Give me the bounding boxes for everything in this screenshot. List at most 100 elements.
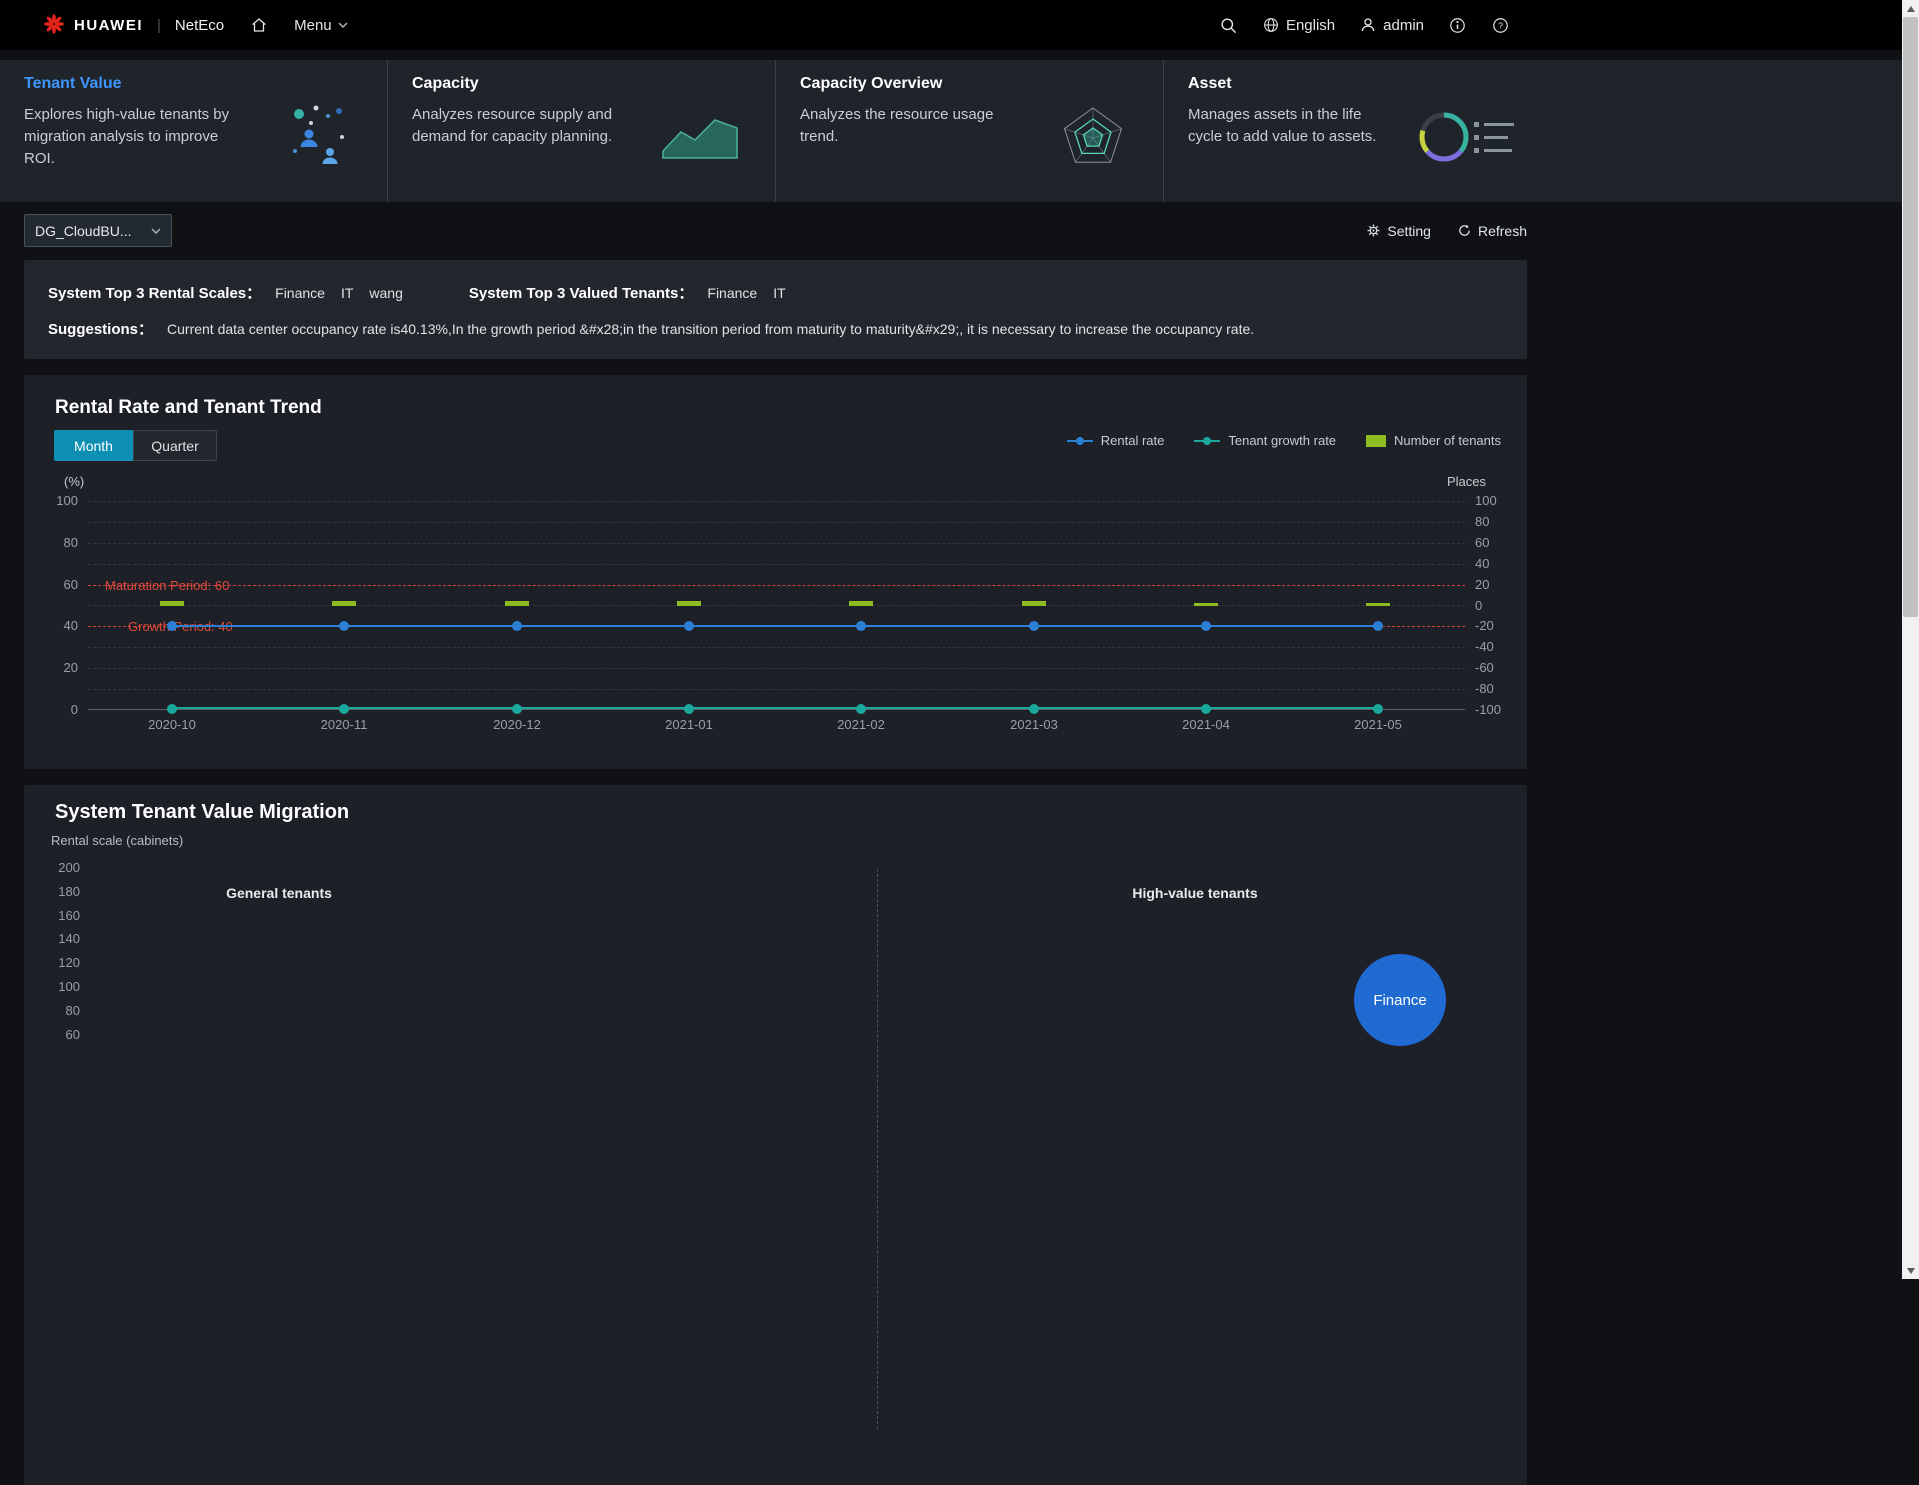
panel-title: Rental Rate and Tenant Trend [55,397,322,419]
legend-label: Tenant growth rate [1228,433,1336,448]
language-selector[interactable]: English [1262,16,1335,34]
growth-rate-point [1029,704,1039,714]
tenants-bar [160,601,184,606]
x-axis-label: 2020-10 [127,717,217,732]
growth-rate-point [1373,704,1383,714]
axis-tick: 40 [1475,556,1489,571]
growth-rate-point [856,704,866,714]
setting-button[interactable]: Setting [1366,223,1431,239]
card-description: Analyzes the resource usage trend. [800,104,1006,148]
rental-rate-point [856,621,866,631]
tenants-bar [1194,603,1218,606]
legend-label: Number of tenants [1394,433,1501,448]
rental-rate-point [167,621,177,631]
scroll-up-arrow[interactable] [1902,0,1919,17]
tenant-migration-icon [283,101,355,176]
legend-number-of-tenants[interactable]: Number of tenants [1366,433,1501,448]
chart-legend: Rental rate Tenant growth rate Number of… [1067,433,1501,448]
menu-button[interactable]: Menu [294,17,348,34]
trend-plot-area: Maturation Period: 60 Growth Period: 40 … [88,501,1465,710]
tenant-bubble-finance[interactable]: Finance [1354,954,1446,1046]
rental-rate-point [339,621,349,631]
tenant-migration-panel: System Tenant Value Migration Rental sca… [24,785,1527,1485]
feature-card-capacity[interactable]: Capacity Analyzes resource supply and de… [388,60,776,202]
tenants-bar [505,601,529,606]
period-toggle: Month Quarter [54,430,217,461]
axis-tick: 160 [46,908,80,923]
info-icon [1448,16,1467,35]
toggle-quarter-button[interactable]: Quarter [133,430,217,461]
scrollbar-thumb[interactable] [1903,17,1918,617]
card-title: Tenant Value [24,75,230,93]
growth-rate-point [684,704,694,714]
rental-rate-point [512,621,522,631]
about-button[interactable] [1448,16,1467,35]
tenant-growth-line [172,707,1378,709]
username-label: admin [1383,17,1424,34]
home-button[interactable] [250,16,268,34]
suggestions-label: Suggestions： [48,318,153,339]
radar-chart-icon [1055,102,1131,175]
feature-card-tenant-value[interactable]: Tenant Value Explores high-value tenants… [0,60,388,202]
help-button[interactable]: ? [1491,16,1510,35]
legend-rental-rate[interactable]: Rental rate [1067,433,1165,448]
language-label: English [1286,17,1335,34]
x-axis-label: 2021-03 [989,717,1079,732]
huawei-logo-icon [42,12,66,39]
search-button[interactable] [1219,16,1238,35]
globe-icon [1262,16,1280,34]
card-description: Explores high-value tenants by migration… [24,104,230,170]
axis-tick: 100 [56,493,78,508]
rental-rate-point [1201,621,1211,631]
axis-tick: 100 [46,979,80,994]
tenants-bar [332,601,356,606]
refresh-button[interactable]: Refresh [1457,223,1527,239]
axis-tick: 180 [46,884,80,899]
left-axis-ticks: 100 80 60 40 20 0 [24,501,78,710]
brand-name: HUAWEI [74,17,143,34]
scroll-down-arrow[interactable] [1902,1262,1919,1279]
right-axis-caption: Places [1447,474,1486,489]
product-name: NetEco [175,17,224,34]
rental-scale-item: IT [341,285,353,301]
rental-rate-line [172,625,1378,627]
scope-selector-dropdown[interactable]: DG_CloudBU... [24,214,172,247]
axis-tick: -20 [1475,618,1494,633]
card-description: Manages assets in the life cycle to add … [1188,104,1394,148]
vertical-scrollbar[interactable] [1902,0,1919,1279]
refresh-icon [1457,223,1472,238]
tenants-bar [1366,603,1390,606]
feature-card-capacity-overview[interactable]: Capacity Overview Analyzes the resource … [776,60,1164,202]
toggle-month-button[interactable]: Month [54,430,133,461]
x-axis-label: 2021-01 [644,717,734,732]
axis-tick: 200 [46,860,80,875]
refresh-label: Refresh [1478,223,1527,239]
rental-trend-panel: Rental Rate and Tenant Trend Month Quart… [24,375,1527,769]
line-dot-marker-blue [1067,436,1093,446]
axis-tick: 0 [1475,598,1482,613]
axis-tick: 60 [46,1027,80,1042]
donut-list-icon [1410,102,1520,175]
maturation-period-label: Maturation Period: 60 [105,578,229,593]
axis-tick: 140 [46,931,80,946]
axis-tick: 80 [46,1003,80,1018]
rental-scales-label: System Top 3 Rental Scales： [48,282,261,303]
x-axis-label: 2021-04 [1161,717,1251,732]
search-icon [1219,16,1238,35]
valued-tenant-item: Finance [707,285,757,301]
axis-tick: 0 [71,702,78,717]
left-axis-caption: (%) [64,474,84,489]
axis-tick: -60 [1475,660,1494,675]
area-chart-icon [657,105,743,172]
feature-card-asset[interactable]: Asset Manages assets in the life cycle t… [1164,60,1552,202]
feature-cards-strip: Tenant Value Explores high-value tenants… [0,60,1919,202]
user-menu[interactable]: admin [1359,16,1424,34]
axis-tick: 60 [64,577,78,592]
legend-tenant-growth-rate[interactable]: Tenant growth rate [1194,433,1336,448]
user-icon [1359,16,1377,34]
right-axis-ticks: 100 80 60 40 20 0 -20 -40 -60 -80 -100 [1475,501,1521,710]
rental-scale-item: Finance [275,285,325,301]
axis-tick: 20 [1475,577,1489,592]
axis-tick: 40 [64,618,78,633]
panel-title: System Tenant Value Migration [55,801,349,824]
